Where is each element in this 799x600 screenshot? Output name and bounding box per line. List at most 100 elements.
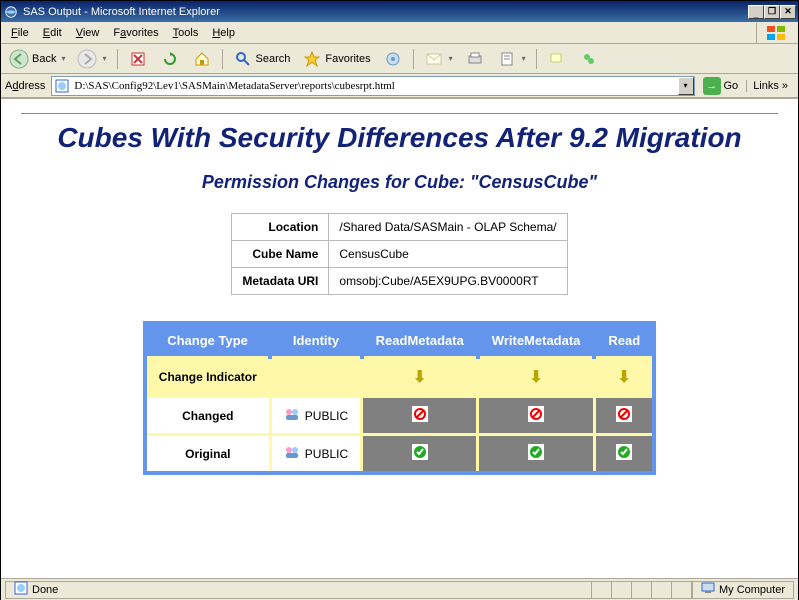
menu-help[interactable]: Help bbox=[206, 25, 241, 41]
table-header-row: Change Type Identity ReadMetadata WriteM… bbox=[145, 323, 654, 358]
down-arrow-icon: ⬇ bbox=[413, 369, 426, 386]
mail-icon bbox=[424, 49, 444, 69]
menu-file[interactable]: File bbox=[5, 25, 35, 41]
addressbar: Address ▾ → Go Links » bbox=[1, 74, 798, 98]
info-location-value: /Shared Data/SASMain - OLAP Schema/ bbox=[329, 214, 567, 241]
star-icon bbox=[302, 49, 322, 69]
table-row: Original PUBLIC bbox=[145, 435, 654, 474]
messenger-icon bbox=[579, 49, 599, 69]
original-identity-value: PUBLIC bbox=[305, 447, 348, 461]
changed-read bbox=[594, 397, 654, 435]
forward-button[interactable]: ▾ bbox=[73, 47, 110, 71]
original-write-metadata bbox=[478, 435, 595, 474]
address-label: Address bbox=[5, 80, 47, 92]
maximize-button[interactable]: ❐ bbox=[764, 5, 780, 19]
media-button[interactable] bbox=[379, 47, 407, 71]
status-slot bbox=[672, 581, 692, 599]
table-row: Change Indicator ⬇ ⬇ ⬇ bbox=[145, 358, 654, 397]
address-input[interactable] bbox=[72, 80, 677, 92]
edit-icon bbox=[497, 49, 517, 69]
search-icon bbox=[233, 49, 253, 69]
permissions-table: Change Type Identity ReadMetadata WriteM… bbox=[143, 321, 656, 475]
changed-write-metadata bbox=[478, 397, 595, 435]
status-panel: Done bbox=[5, 581, 592, 599]
table-row: Cube Name CensusCube bbox=[232, 241, 567, 268]
indicator-identity bbox=[270, 358, 361, 397]
go-button[interactable]: → Go bbox=[699, 75, 743, 97]
status-slot bbox=[592, 581, 612, 599]
messenger-button[interactable] bbox=[575, 47, 603, 71]
print-button[interactable] bbox=[461, 47, 489, 71]
menu-view[interactable]: View bbox=[70, 25, 106, 41]
changed-label: Changed bbox=[145, 397, 271, 435]
table-row: Metadata URI omsobj:Cube/A5EX9UPG.BV0000… bbox=[232, 268, 567, 295]
forward-icon bbox=[77, 49, 97, 69]
links-button[interactable]: Links » bbox=[746, 80, 794, 92]
minimize-button[interactable]: _ bbox=[748, 5, 764, 19]
page-title: Cubes With Security Differences After 9.… bbox=[21, 122, 778, 154]
original-identity: PUBLIC bbox=[270, 435, 361, 474]
status-slot bbox=[612, 581, 632, 599]
go-icon: → bbox=[703, 77, 721, 95]
search-button[interactable]: Search bbox=[229, 47, 295, 71]
changed-identity: PUBLIC bbox=[270, 397, 361, 435]
windows-logo-icon bbox=[756, 23, 794, 43]
deny-icon bbox=[412, 411, 428, 425]
html-file-icon bbox=[54, 78, 70, 94]
allow-icon bbox=[528, 449, 544, 463]
info-uri-value: omsobj:Cube/A5EX9UPG.BV0000RT bbox=[329, 268, 567, 295]
refresh-button[interactable] bbox=[156, 47, 184, 71]
favorites-button[interactable]: Favorites bbox=[298, 47, 374, 71]
allow-icon bbox=[616, 449, 632, 463]
discuss-icon bbox=[547, 49, 567, 69]
address-input-wrap: ▾ bbox=[51, 76, 694, 96]
indicator-read-metadata: ⬇ bbox=[362, 358, 478, 397]
discuss-button[interactable] bbox=[543, 47, 571, 71]
info-cubename-value: CensusCube bbox=[329, 241, 567, 268]
mail-button[interactable]: ▾ bbox=[420, 47, 457, 71]
deny-icon bbox=[528, 411, 544, 425]
section-heading: Permission Changes for Cube: "CensusCube… bbox=[21, 172, 778, 193]
edit-button[interactable]: ▾ bbox=[493, 47, 530, 71]
top-rule bbox=[21, 113, 778, 114]
info-uri-label: Metadata URI bbox=[232, 268, 329, 295]
status-slot bbox=[652, 581, 672, 599]
menubar: File Edit View Favorites Tools Help bbox=[1, 22, 798, 44]
changed-identity-value: PUBLIC bbox=[305, 409, 348, 423]
back-icon bbox=[9, 49, 29, 69]
chevron-down-icon: ▾ bbox=[522, 54, 526, 63]
html-file-icon bbox=[14, 581, 28, 598]
chevron-down-icon: ▾ bbox=[102, 54, 106, 63]
stop-button[interactable] bbox=[124, 47, 152, 71]
indicator-read: ⬇ bbox=[594, 358, 654, 397]
status-text: Done bbox=[32, 584, 58, 596]
ie-icon bbox=[3, 4, 19, 20]
home-button[interactable] bbox=[188, 47, 216, 71]
down-arrow-icon: ⬇ bbox=[617, 369, 630, 386]
print-icon bbox=[465, 49, 485, 69]
col-write-metadata: WriteMetadata bbox=[478, 323, 595, 358]
back-button[interactable]: Back ▾ bbox=[5, 47, 69, 71]
original-read bbox=[594, 435, 654, 474]
refresh-icon bbox=[160, 49, 180, 69]
content-area[interactable]: Cubes With Security Differences After 9.… bbox=[1, 98, 798, 578]
info-table: Location /Shared Data/SASMain - OLAP Sch… bbox=[231, 213, 567, 295]
menu-favorites[interactable]: Favorites bbox=[107, 25, 164, 41]
close-button[interactable]: ✕ bbox=[780, 5, 796, 19]
address-dropdown-button[interactable]: ▾ bbox=[678, 77, 694, 95]
window-titlebar: SAS Output - Microsoft Internet Explorer… bbox=[1, 1, 798, 22]
table-row: Changed PUBLIC bbox=[145, 397, 654, 435]
menu-edit[interactable]: Edit bbox=[37, 25, 68, 41]
home-icon bbox=[192, 49, 212, 69]
table-row: Location /Shared Data/SASMain - OLAP Sch… bbox=[232, 214, 567, 241]
zone-panel: My Computer bbox=[692, 581, 794, 599]
col-read: Read bbox=[594, 323, 654, 358]
info-cubename-label: Cube Name bbox=[232, 241, 329, 268]
search-label: Search bbox=[256, 53, 291, 65]
indicator-write-metadata: ⬇ bbox=[478, 358, 595, 397]
original-read-metadata bbox=[362, 435, 478, 474]
menu-tools[interactable]: Tools bbox=[167, 25, 205, 41]
media-icon bbox=[383, 49, 403, 69]
col-change-type: Change Type bbox=[145, 323, 271, 358]
chevron-down-icon: ▾ bbox=[61, 54, 65, 63]
